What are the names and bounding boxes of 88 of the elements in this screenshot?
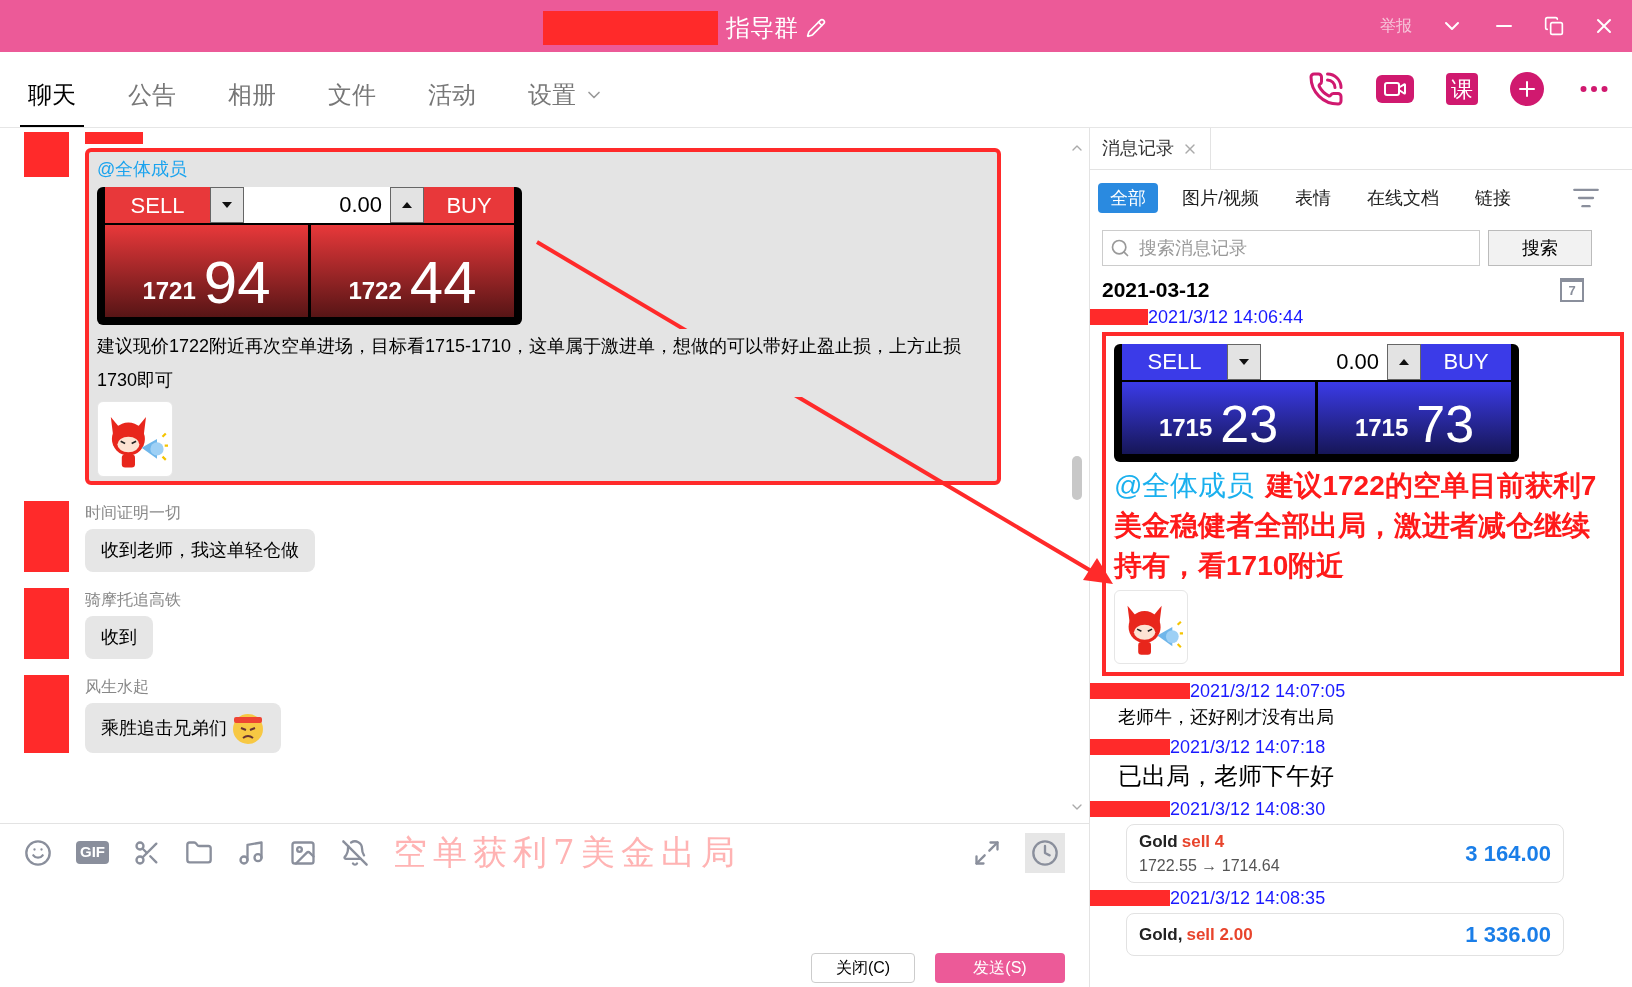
send-button[interactable]: 发送(S) [935, 953, 1065, 983]
edit-icon[interactable] [806, 18, 826, 38]
scrollbar-thumb[interactable] [1072, 456, 1082, 500]
buy-button[interactable]: BUY [424, 187, 514, 223]
caret-up-icon [402, 202, 412, 208]
redaction-block [85, 132, 143, 144]
lot-field[interactable]: 0.00 [244, 187, 390, 223]
add-button[interactable] [1510, 72, 1544, 106]
price-prefix: 1722 [348, 276, 402, 306]
lot-field[interactable]: 0.00 [1261, 343, 1387, 380]
message-timestamp: 2021/3/12 14:07:05 [1190, 679, 1346, 702]
search-icon [1110, 238, 1130, 258]
message-timestamp: 2021/3/12 14:06:44 [1148, 305, 1304, 328]
mention-link[interactable]: @全体成员 [1114, 469, 1255, 501]
price-prefix: 1715 [1158, 412, 1213, 443]
price-pips: 44 [409, 253, 477, 313]
sender-name: 骑摩托追高铁 [85, 590, 181, 610]
close-button[interactable]: 关闭(C) [811, 953, 915, 983]
trade-symbol: Gold [1139, 830, 1178, 853]
expand-icon[interactable] [973, 838, 1001, 867]
message-text: 收到 [101, 626, 137, 649]
restore-icon[interactable] [1544, 16, 1564, 36]
course-button[interactable]: 课 [1446, 73, 1478, 105]
redaction-block [1090, 308, 1148, 325]
phone-call-icon[interactable] [1308, 71, 1344, 107]
message-timestamp: 2021/3/12 14:08:30 [1170, 797, 1326, 820]
tab-label: 消息记录 [1102, 137, 1174, 160]
message-text: 已出局，老师下午好 [1117, 760, 1335, 791]
caret-down-icon [222, 202, 232, 208]
trade-profit: 3 164.00 [1465, 839, 1551, 868]
search-field[interactable]: 搜索消息记录 [1102, 230, 1480, 266]
trade-prices: 1722.55 → 1714.64 [1139, 856, 1280, 876]
calendar-icon[interactable]: 7 [1560, 277, 1584, 302]
tab[interactable]: 设置 [520, 77, 612, 127]
overlay-caption: 空单获利7美金出局 [393, 831, 741, 874]
filter-tab[interactable]: 图片/视频 [1170, 183, 1271, 213]
message-text: @全体成员 建议1722的空单目前获利7美金稳健者全部出局，激进者减仓继续持有，看1710附近 [1114, 468, 1598, 583]
trade-profit: 1 336.00 [1465, 921, 1551, 949]
history-tab[interactable]: 消息记录 [1090, 128, 1211, 169]
lot-stepper-up[interactable] [1387, 343, 1421, 380]
price-pips: 73 [1416, 397, 1475, 450]
trade-side: sell 2.00 [1186, 923, 1253, 946]
redaction-block [24, 132, 69, 177]
sell-button[interactable]: SELL [1122, 343, 1227, 380]
lot-stepper-down[interactable] [210, 187, 244, 223]
lot-stepper-down[interactable] [1227, 343, 1261, 380]
redaction-block [24, 501, 69, 572]
filter-tab[interactable]: 在线文档 [1355, 183, 1451, 213]
price-prefix: 1721 [142, 276, 196, 306]
message-text: 收到老师，我这单轻仓做 [101, 539, 299, 562]
tab[interactable]: 聊天 [20, 77, 84, 127]
message-text: 老师牛，还好刚才没有出局 [1117, 705, 1335, 729]
sender-name: 时间证明一切 [85, 503, 182, 523]
history-button[interactable] [1025, 832, 1065, 873]
price-pips: 23 [1220, 397, 1279, 450]
video-call-button[interactable] [1376, 75, 1414, 103]
bell-off-icon[interactable] [341, 838, 369, 867]
caret-down-icon [1239, 358, 1249, 365]
tab[interactable]: 活动 [420, 77, 484, 127]
sell-button[interactable]: SELL [105, 187, 210, 223]
search-button[interactable]: 搜索 [1488, 230, 1592, 266]
tab[interactable]: 相册 [220, 77, 284, 127]
window-title: 指导群 [726, 13, 798, 43]
buy-button[interactable]: BUY [1421, 343, 1511, 380]
filter-tab[interactable]: 全部 [1098, 183, 1158, 213]
trade-symbol: Gold, [1139, 923, 1183, 946]
price-pips: 94 [203, 253, 271, 313]
price-prefix: 1715 [1354, 412, 1409, 443]
tab[interactable]: 文件 [320, 77, 384, 127]
message-timestamp: 2021/3/12 14:07:18 [1170, 735, 1326, 758]
sender-name: 风生水起 [85, 677, 150, 697]
gif-button[interactable]: GIF [76, 841, 109, 864]
trade-side: sell 4 [1181, 830, 1225, 853]
message-text: 乘胜追击兄弟们 [101, 716, 227, 740]
tab[interactable]: 公告 [120, 77, 184, 127]
message-timestamp: 2021/3/12 14:08:35 [1170, 887, 1326, 909]
emoji-icon[interactable] [24, 838, 52, 867]
music-note-icon[interactable] [237, 838, 265, 867]
clock-icon [1031, 838, 1059, 867]
filter-tab[interactable]: 表情 [1283, 183, 1343, 213]
image-icon[interactable] [289, 838, 317, 867]
date-heading: 2021-03-12 [1102, 277, 1210, 303]
filter-tab[interactable]: 链接 [1463, 183, 1523, 213]
angry-face-icon [231, 711, 265, 745]
caret-up-icon [1399, 358, 1409, 365]
redaction-block [24, 588, 69, 659]
lot-stepper-up[interactable] [390, 187, 424, 223]
folder-icon[interactable] [185, 838, 213, 867]
